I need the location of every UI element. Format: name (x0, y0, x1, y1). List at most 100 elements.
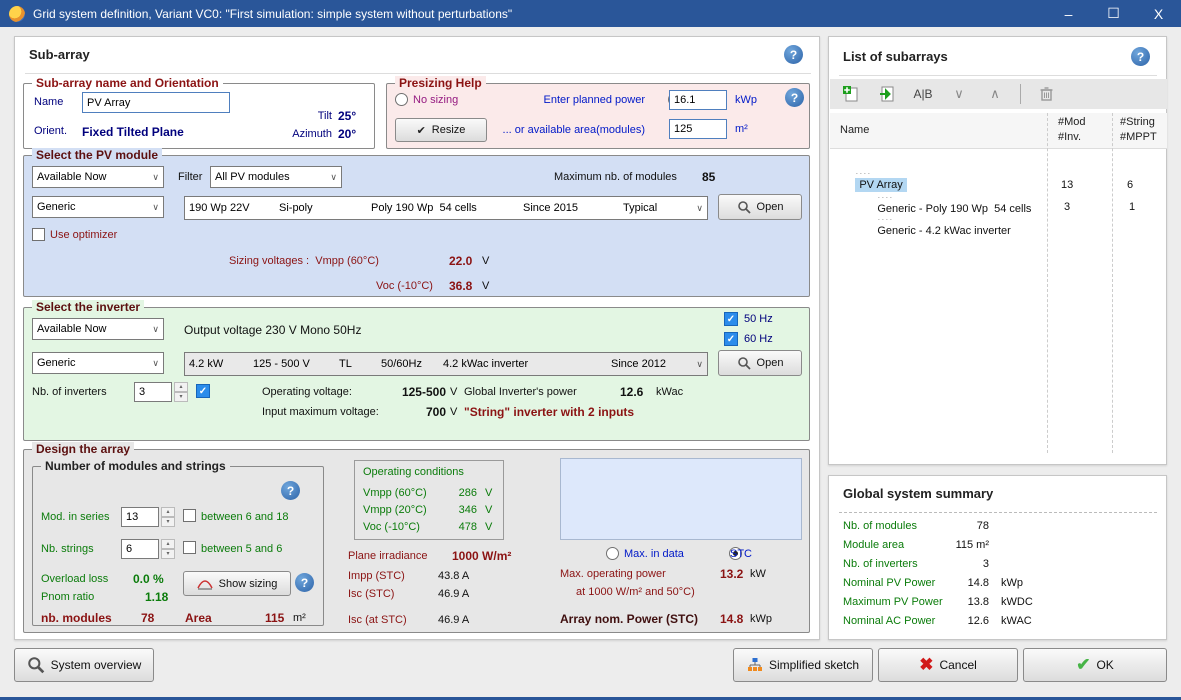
spin-down-icon[interactable]: ▾ (161, 517, 175, 527)
pv-open-button[interactable]: Open (718, 194, 802, 220)
inverter-availability-select[interactable]: Available Now∨ (32, 318, 164, 340)
isc-stc-value: 46.9 A (438, 588, 469, 600)
voc-value: 36.8 (449, 279, 472, 293)
spin-up-icon[interactable]: ▴ (161, 539, 175, 549)
close-button[interactable]: X (1136, 0, 1181, 27)
col-mppt: #MPPT (1120, 131, 1157, 143)
chevron-down-icon: ∨ (692, 359, 703, 370)
cancel-label: Cancel (939, 658, 976, 672)
array-nom-power-label: Array nom. Power (STC) (560, 612, 698, 626)
pnom-ratio-value: 1.18 (145, 590, 168, 604)
auto-nb-inverters-checkbox[interactable]: ✓ (196, 384, 210, 398)
spin-up-icon[interactable]: ▴ (174, 382, 188, 392)
nb-strings-input[interactable] (121, 539, 159, 559)
summary-value: 12.6 (949, 615, 989, 627)
rename-subarray-button[interactable]: A|B (912, 83, 934, 105)
inverter-model-select[interactable]: 4.2 kW 125 - 500 V TL 50/60Hz 4.2 kWac i… (184, 352, 708, 376)
move-up-button[interactable]: ∧ (984, 83, 1006, 105)
move-down-button[interactable]: ∨ (948, 83, 970, 105)
nb-strings-stepper[interactable]: ▴▾ (121, 539, 175, 559)
input-max-voltage-value: 700 (404, 405, 446, 419)
tree-row-inverter[interactable]: ···· Generic - 4.2 kWac inverter (859, 201, 1011, 249)
hz50-checkbox[interactable]: ✓ (724, 312, 738, 326)
array-nom-power-value: 14.8 (720, 612, 743, 626)
name-orientation-legend: Sub-array name and Orientation (32, 76, 223, 90)
pv-filter-value: All PV modules (215, 171, 290, 183)
pv-module-group: Select the PV module Available Now∨ Filt… (23, 155, 810, 297)
show-sizing-label: Show sizing (219, 578, 278, 590)
resize-label: Resize (432, 124, 466, 136)
presizing-help-icon[interactable]: ? (785, 88, 804, 107)
mod-series-input[interactable] (121, 507, 159, 527)
inverter-manufacturer-value: Generic (37, 357, 76, 369)
list-help-icon[interactable]: ? (1131, 47, 1150, 66)
simplified-sketch-button[interactable]: Simplified sketch (733, 648, 873, 682)
pnom-ratio-label: Pnom ratio (41, 591, 94, 603)
op-row-unit: V (485, 521, 492, 533)
pv-module-name: Poly 190 Wp 54 cells (371, 202, 523, 214)
col-mod: #Mod (1058, 116, 1086, 128)
pv-availability-select[interactable]: Available Now∨ (32, 166, 164, 188)
isc-stc-label: Isc (STC) (348, 588, 394, 600)
tilt-label: Tilt (274, 110, 332, 122)
summary-label: Nominal AC Power (843, 615, 935, 627)
cancel-button[interactable]: ✖ Cancel (878, 648, 1018, 682)
max-in-data-radio[interactable] (606, 547, 619, 560)
subarray-name-input[interactable] (82, 92, 230, 113)
impp-stc-label: Impp (STC) (348, 570, 405, 582)
inverter-manufacturer-select[interactable]: Generic ∨ (32, 352, 164, 374)
voc-unit: V (482, 280, 489, 292)
pv-module-tech: Si-poly (279, 202, 371, 214)
operating-voltage-unit: V (450, 386, 457, 398)
mod-series-range-checkbox[interactable] (183, 509, 196, 522)
nb-inverters-stepper[interactable]: ▴▾ (134, 382, 188, 402)
use-optimizer-checkbox[interactable] (32, 228, 45, 241)
spin-up-icon[interactable]: ▴ (161, 507, 175, 517)
show-sizing-help-icon[interactable]: ? (295, 573, 314, 592)
inverter-open-button[interactable]: Open (718, 350, 802, 376)
mod-series-stepper[interactable]: ▴▾ (121, 507, 175, 527)
ok-button[interactable]: ✔ OK (1023, 648, 1167, 682)
show-sizing-button[interactable]: Show sizing (183, 571, 291, 596)
maximize-button[interactable]: ☐ (1091, 0, 1136, 27)
op-row-value: 286 (451, 487, 477, 499)
subarray-help-icon[interactable]: ? (784, 45, 803, 64)
pv-module-select[interactable]: 190 Wp 22V Si-poly Poly 190 Wp 54 cells … (184, 196, 708, 220)
planned-power-label: Enter planned power (537, 94, 645, 106)
area-input[interactable] (669, 119, 727, 139)
planned-power-input[interactable] (669, 90, 727, 110)
hz60-checkbox[interactable]: ✓ (724, 332, 738, 346)
max-operating-power-value: 13.2 (720, 567, 743, 581)
summary-value: 78 (949, 520, 989, 532)
pv-manufacturer-select[interactable]: Generic∨ (32, 196, 164, 218)
modules-strings-help-icon[interactable]: ? (281, 481, 300, 500)
spin-down-icon[interactable]: ▾ (161, 549, 175, 559)
duplicate-subarray-button[interactable] (876, 83, 898, 105)
search-icon (737, 200, 751, 214)
spin-down-icon[interactable]: ▾ (174, 392, 188, 402)
inverter-group: Select the inverter Available Now∨ Outpu… (23, 307, 810, 441)
op-row-label: Voc (-10°C) (363, 521, 420, 533)
tree-guide: ···· (855, 168, 871, 178)
output-voltage-label: Output voltage 230 V Mono 50Hz (184, 323, 361, 337)
pv-filter-select[interactable]: All PV modules ∨ (210, 166, 342, 188)
summary-unit: kWAC (1001, 615, 1032, 627)
system-overview-button[interactable]: System overview (14, 648, 154, 682)
resize-button[interactable]: ✔ Resize (395, 118, 487, 142)
nb-inverters-input[interactable] (134, 382, 172, 402)
title-bar: Grid system definition, Variant VC0: "Fi… (0, 0, 1181, 27)
nb-strings-range-checkbox[interactable] (183, 541, 196, 554)
window-title: Grid system definition, Variant VC0: "Fi… (33, 7, 1046, 21)
global-inverter-power-label: Global Inverter's power (464, 386, 577, 398)
max-operating-power-label: Max. operating power (560, 568, 666, 580)
inverter-freq: 50/60Hz (381, 358, 443, 370)
inverter-voltage: 125 - 500 V (253, 358, 339, 370)
voc-label: Voc (-10°C) (376, 280, 433, 292)
add-subarray-button[interactable] (840, 83, 862, 105)
no-sizing-radio[interactable] (395, 93, 408, 106)
summary-label: Nb. of modules (843, 520, 917, 532)
delete-subarray-button[interactable] (1035, 83, 1057, 105)
chevron-down-icon: ∨ (326, 172, 337, 183)
chevron-down-icon: ∨ (148, 358, 159, 369)
minimize-button[interactable]: – (1046, 0, 1091, 27)
